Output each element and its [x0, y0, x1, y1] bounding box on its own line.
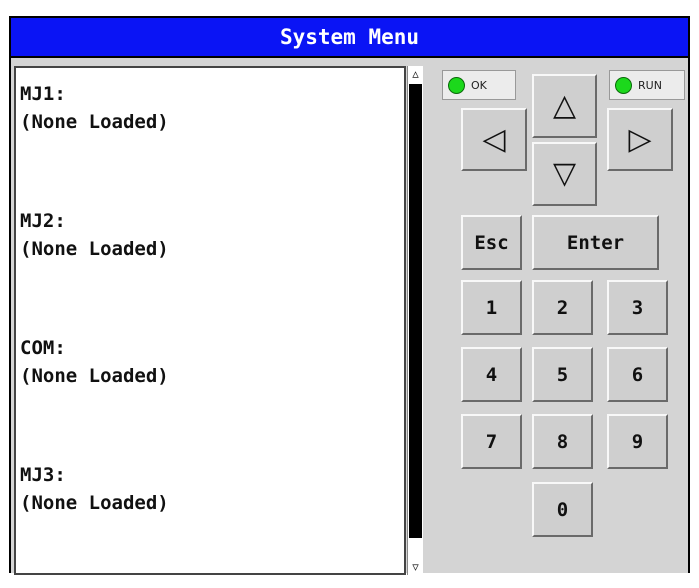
key-label: 4 [485, 363, 498, 386]
key-2[interactable]: 2 [532, 280, 593, 335]
arrow-down-icon: ▽ [552, 156, 577, 191]
key-9[interactable]: 9 [607, 414, 668, 469]
ok-indicator: OK [442, 70, 516, 100]
scroll-down-icon: ▿ [412, 559, 419, 575]
right-arrow-button[interactable]: ▷ [607, 108, 673, 171]
run-led-icon [615, 76, 632, 94]
left-arrow-button[interactable]: ◁ [461, 108, 527, 171]
key-label: 8 [556, 430, 569, 453]
key-label: 3 [631, 296, 644, 319]
entry-status: (None Loaded) [20, 111, 169, 133]
key-label: 5 [556, 363, 569, 386]
run-label: RUN [638, 78, 662, 92]
key-label: 6 [631, 363, 644, 386]
scroll-thumb[interactable] [409, 84, 422, 538]
key-1[interactable]: 1 [461, 280, 522, 335]
key-0[interactable]: 0 [532, 482, 593, 537]
key-3[interactable]: 3 [607, 280, 668, 335]
scroll-up-button[interactable]: ▵ [408, 66, 423, 82]
key-label: 2 [556, 296, 569, 319]
esc-label: Esc [474, 231, 509, 254]
key-6[interactable]: 6 [607, 347, 668, 402]
key-8[interactable]: 8 [532, 414, 593, 469]
display-screen: MJ1: (None Loaded) MJ2: (None Loaded) CO… [14, 66, 406, 575]
arrow-right-icon: ▷ [628, 121, 652, 157]
list-item-mj3[interactable]: MJ3: (None Loaded) [20, 461, 169, 588]
key-label: 7 [485, 430, 498, 453]
key-label: 0 [556, 498, 569, 521]
vertical-scrollbar[interactable]: ▵ ▿ [407, 66, 423, 575]
entry-status: (None Loaded) [20, 492, 169, 514]
entry-name: MJ2: [20, 210, 66, 232]
arrow-left-icon: ◁ [482, 121, 506, 157]
key-5[interactable]: 5 [532, 347, 593, 402]
window-title: System Menu [11, 18, 688, 58]
list-item-com[interactable]: COM: (None Loaded) [20, 334, 169, 461]
list-item-mj2[interactable]: MJ2: (None Loaded) [20, 207, 169, 334]
run-indicator: RUN [609, 70, 685, 100]
enter-label: Enter [566, 231, 625, 254]
esc-button[interactable]: Esc [461, 215, 522, 270]
entry-status: (None Loaded) [20, 365, 169, 387]
entry-name: MJ3: [20, 464, 66, 486]
scroll-up-icon: ▵ [412, 66, 419, 82]
up-arrow-button[interactable]: △ [532, 74, 597, 138]
enter-button[interactable]: Enter [532, 215, 659, 270]
system-menu-window: System Menu MJ1: (None Loaded) MJ2: (Non… [9, 16, 690, 575]
down-arrow-button[interactable]: ▽ [532, 142, 597, 206]
ok-led-icon [448, 76, 465, 94]
entry-name: MJ1: [20, 83, 66, 105]
list-item-mj1[interactable]: MJ1: (None Loaded) [20, 80, 169, 207]
ok-label: OK [471, 78, 487, 92]
entry-list: MJ1: (None Loaded) MJ2: (None Loaded) CO… [20, 80, 169, 588]
entry-name: COM: [20, 337, 66, 359]
key-7[interactable]: 7 [461, 414, 522, 469]
key-4[interactable]: 4 [461, 347, 522, 402]
arrow-up-icon: △ [552, 88, 577, 123]
key-label: 9 [631, 430, 644, 453]
key-label: 1 [485, 296, 498, 319]
entry-status: (None Loaded) [20, 238, 169, 260]
